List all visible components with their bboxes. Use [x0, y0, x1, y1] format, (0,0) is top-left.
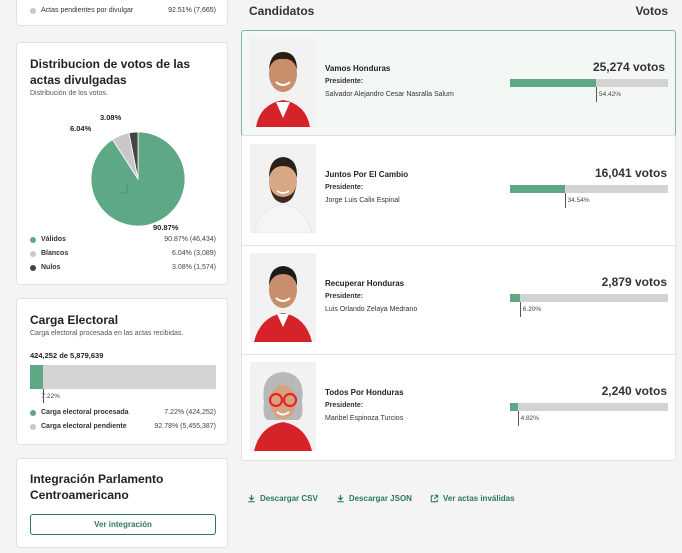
carga-progress-fill	[30, 365, 44, 389]
pie-label-nulos: 3.08%	[100, 113, 122, 122]
download-icon	[337, 494, 344, 503]
candidate-tick	[595, 87, 597, 102]
distribution-title: Distribucion de votos de las actas divul…	[30, 57, 191, 87]
candidate-name: Salvador Alejandro Cesar Nasralla Salum	[325, 91, 454, 98]
separator	[242, 135, 677, 136]
legend-dot-nulos	[30, 264, 36, 271]
candidate-percent: 6.20%	[522, 306, 542, 313]
legend-row-blancos: Blancos 6.04% (3,089)	[30, 250, 216, 257]
download-json-label: Descargar JSON	[348, 494, 412, 503]
candidate-percent: 34.54%	[567, 197, 590, 204]
carga-dot-pending	[30, 423, 36, 430]
candidate-pres-label: Presidente:	[325, 184, 364, 191]
download-links: Descargar CSV Descargar JSON Ver actas i…	[247, 494, 533, 503]
candidate-tick	[517, 411, 519, 426]
carga-value-pending: 92.78% (5,455,387)	[154, 423, 217, 430]
download-icon	[248, 494, 255, 503]
candidate-bar	[510, 79, 668, 87]
pending-card: Actas pendientes por divulgar 92.51% (7,…	[16, 0, 228, 26]
candidate-name: Luis Orlando Zelaya Medrano	[325, 306, 418, 313]
candidates-header: Candidatos	[249, 4, 315, 18]
carga-progress-bar	[30, 365, 216, 389]
candidate-party: Recuperar Honduras	[325, 279, 405, 288]
candidate-pres-label: Presidente:	[325, 293, 364, 300]
carga-label-pending: Carga electoral pendiente	[41, 423, 127, 430]
candidate-name: Maribel Espinoza Turcios	[325, 415, 404, 422]
legend-row-validos: Válidos 90.87% (46,434)	[30, 236, 216, 243]
candidate-pres-label: Presidente:	[325, 78, 364, 85]
candidate-card-vamos-honduras[interactable]: Vamos Honduras Presidente: Salvador Alej…	[241, 30, 676, 136]
invalid-actas-label: Ver actas inválidas	[442, 494, 515, 503]
legend-dot-validos	[30, 236, 36, 243]
carga-percent-label: 7.22%	[41, 393, 60, 400]
candidate-bar-fill	[510, 403, 518, 411]
legend-row-nulos: Nulos 3.08% (1,574)	[30, 264, 216, 271]
candidate-party: Juntos Por El Cambio	[325, 170, 409, 179]
candidate-card-todos-por-honduras[interactable]: Todos Por Honduras Presidente: Maribel E…	[242, 355, 677, 461]
legend-value-nulos: 3.08% (1,574)	[172, 264, 216, 271]
distribution-card: Distribucion de votos de las actas divul…	[16, 42, 228, 285]
candidate-votes: 2,240 votos	[601, 384, 667, 398]
download-csv-label: Descargar CSV	[260, 494, 318, 503]
candidate-tick	[564, 193, 566, 208]
candidate-tick	[519, 302, 521, 317]
legend-value-validos: 90.87% (46,434)	[164, 236, 216, 243]
candidate-photo	[250, 362, 316, 451]
carga-subtitle: Carga electoral procesada en las actas r…	[30, 330, 184, 337]
legend-label-blancos: Blancos	[41, 250, 69, 257]
parlamento-title: Integración Parlamento Centroamericano	[30, 472, 164, 502]
parlamento-card: Integración Parlamento Centroamericano V…	[16, 458, 228, 548]
candidate-votes: 2,879 votos	[601, 275, 667, 289]
carga-legend-pending: Carga electoral pendiente 92.78% (5,455,…	[30, 423, 216, 430]
candidate-votes: 16,041 votos	[594, 166, 667, 180]
legend-value-blancos: 6.04% (3,089)	[172, 250, 216, 257]
candidate-party: Vamos Honduras	[325, 64, 391, 73]
votes-header: Votos	[635, 4, 668, 18]
legend-label-nulos: Nulos	[41, 264, 61, 271]
candidate-percent: 54.42%	[598, 91, 622, 98]
carga-legend-processed: Carga electoral procesada 7.22% (424,252…	[30, 409, 216, 416]
candidate-party: Todos Por Honduras	[325, 388, 404, 397]
candidate-card-juntos-por-el-cambio[interactable]: Juntos Por El Cambio Presidente: Jorge L…	[242, 137, 677, 243]
pending-dot	[30, 7, 36, 14]
pending-value: 92.51% (7,665)	[168, 7, 216, 14]
distribution-subtitle: Distribución de los votos.	[30, 90, 108, 97]
candidate-bar	[510, 185, 668, 193]
invalid-actas-link[interactable]: Ver actas inválidas	[430, 494, 515, 503]
candidate-name: Jorge Luis Calix Espinal	[325, 197, 400, 204]
pie-label-validos: 90.87%	[153, 223, 179, 232]
candidate-photo	[250, 144, 316, 233]
candidate-bar-fill	[510, 79, 596, 87]
carga-dot-processed	[30, 409, 36, 416]
download-json-link[interactable]: Descargar JSON	[336, 494, 412, 503]
download-csv-link[interactable]: Descargar CSV	[247, 494, 318, 503]
carga-title: Carga Electoral	[30, 313, 119, 327]
candidate-pres-label: Presidente:	[325, 402, 364, 409]
legend-dot-blancos	[30, 250, 36, 257]
pie-label-blancos: 6.04%	[70, 124, 92, 133]
carga-progress-text: 424,252 de 5,879,639	[30, 351, 104, 360]
candidate-bar	[510, 294, 668, 302]
carga-label-processed: Carga electoral procesada	[41, 409, 129, 416]
candidate-votes: 25,274 votos	[592, 60, 665, 74]
carga-value-processed: 7.22% (424,252)	[164, 409, 216, 416]
candidate-photo	[250, 38, 316, 127]
legend-label-validos: Válidos	[41, 236, 66, 243]
candidate-bar	[510, 403, 668, 411]
ver-integracion-button[interactable]: Ver integración	[30, 514, 216, 535]
candidate-list: Vamos Honduras Presidente: Salvador Alej…	[241, 30, 677, 461]
candidate-percent: 4.82%	[520, 415, 540, 422]
pending-row: Actas pendientes por divulgar 92.51% (7,…	[30, 7, 216, 14]
candidate-bar-fill	[510, 185, 565, 193]
carga-card: Carga Electoral Carga electoral procesad…	[16, 298, 228, 445]
candidate-card-recuperar-honduras[interactable]: Recuperar Honduras Presidente: Luis Orla…	[242, 246, 677, 352]
external-link-icon	[430, 494, 439, 503]
pending-label: Actas pendientes por divulgar	[41, 7, 134, 14]
candidate-photo	[250, 253, 316, 342]
candidate-bar-fill	[510, 294, 520, 302]
